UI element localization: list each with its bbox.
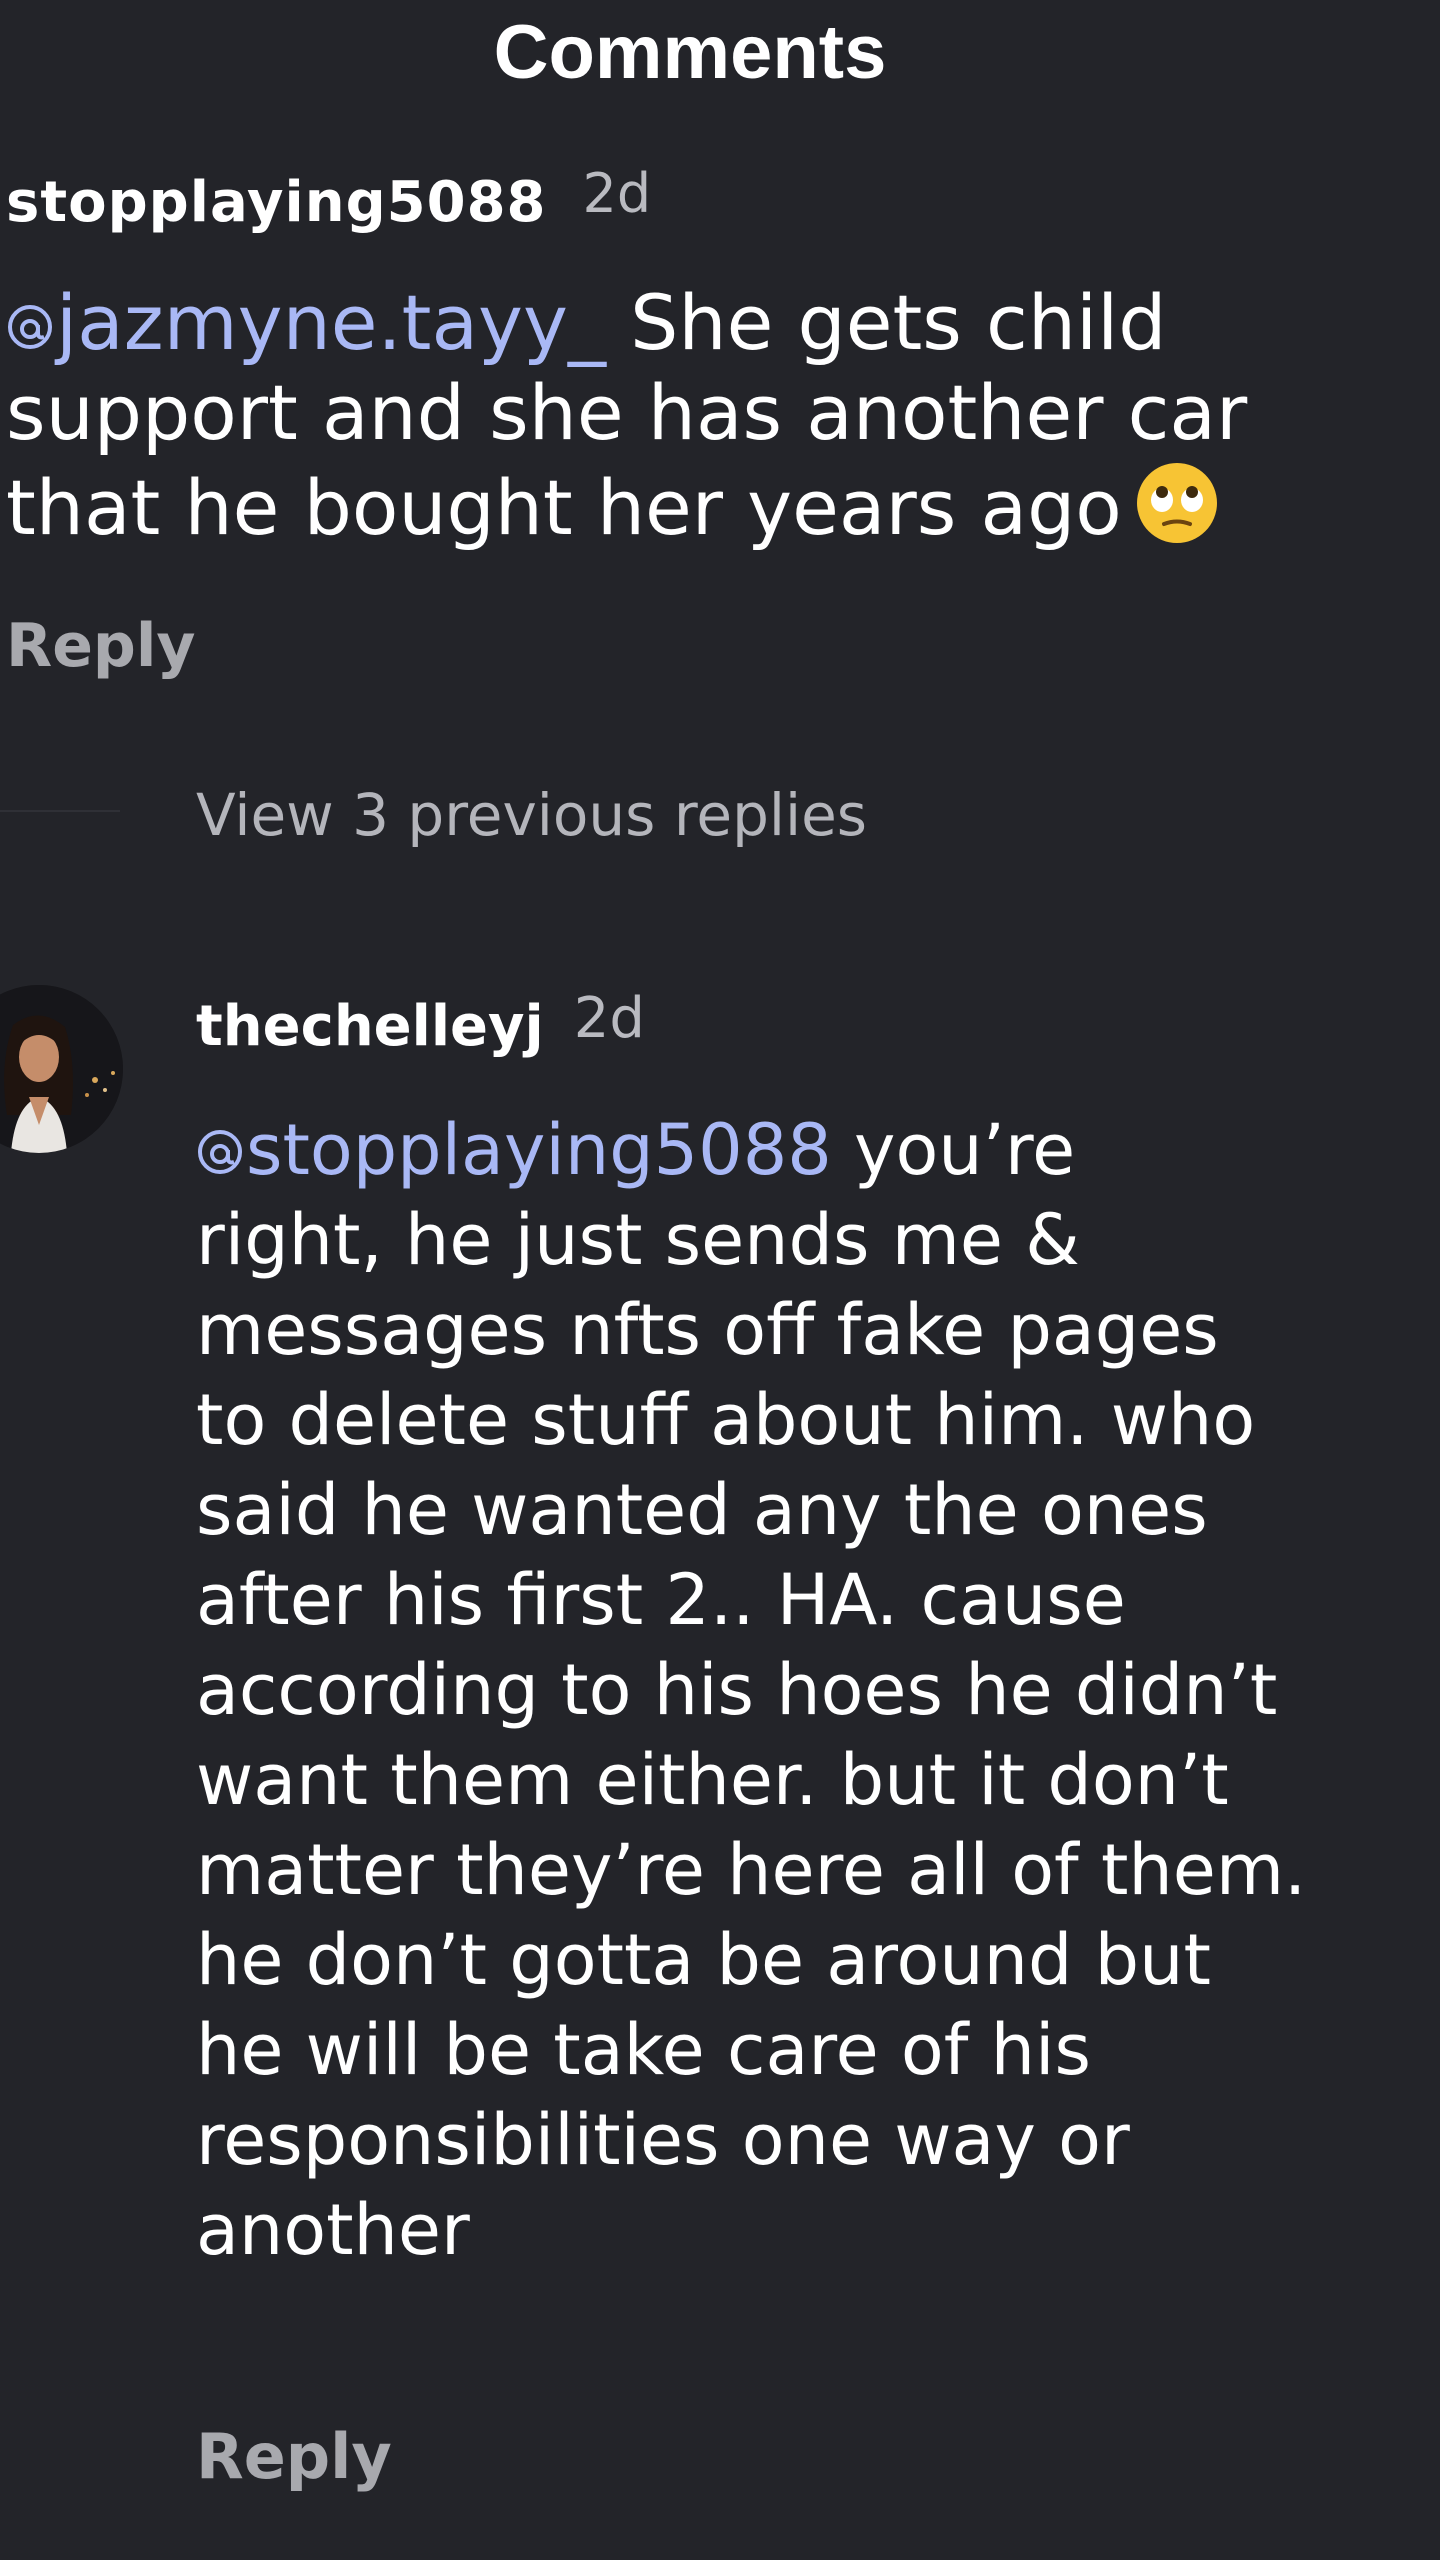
comment-line: responsibilities one way or <box>196 2099 1130 2181</box>
comment-line: matter they’re here all of them. <box>196 1829 1307 1911</box>
comment-line: he don’t gotta be around but <box>196 1919 1211 2001</box>
comment-line: messages nfts off fake pages <box>196 1289 1219 1371</box>
comment-timestamp: 2d <box>573 985 645 1051</box>
comment-username[interactable]: stopplaying5088 <box>6 170 547 235</box>
comment-timestamp: 2d <box>582 161 652 225</box>
avatar-image <box>0 985 123 1153</box>
comment-line: after his first 2.. HA. cause <box>196 1559 1126 1641</box>
eye-roll-emoji-icon <box>1136 463 1217 543</box>
mention-text: jazmyne.tayy_ <box>56 278 606 367</box>
comment-line: to delete stuff about him. who <box>196 1379 1256 1461</box>
view-previous-replies-button[interactable]: View 3 previous replies <box>196 770 867 860</box>
comment-text: you’re <box>854 1109 1076 1191</box>
comment-header: thechelleyj 2d <box>196 980 645 1072</box>
comment-username[interactable]: thechelleyj <box>196 994 544 1059</box>
at-sign-icon <box>198 1130 242 1174</box>
comment-line: said he wanted any the ones <box>196 1469 1208 1551</box>
comment-body: jazmyne.tayy_ She gets child support and… <box>6 278 1336 553</box>
comment-line: according to his hoes he didn’t <box>196 1649 1278 1731</box>
reply-button[interactable]: Reply <box>196 2412 392 2502</box>
comment-line: he will be take care of his <box>196 2009 1091 2091</box>
mention-link[interactable]: stopplaying5088 <box>196 1109 832 1191</box>
mention-text: stopplaying5088 <box>246 1109 832 1191</box>
page-title: Comments <box>493 10 887 95</box>
reply-button[interactable]: Reply <box>6 606 196 686</box>
comment-header: stopplaying5088 2d <box>6 156 651 248</box>
comment-line: stopplaying5088 you’re <box>196 1105 1426 1195</box>
comment-line: right, he just sends me & <box>196 1199 1080 1281</box>
avatar[interactable] <box>0 985 123 1153</box>
comment-line: want them either. but it don’t <box>196 1739 1229 1821</box>
comment-line: another <box>196 2189 470 2271</box>
divider <box>0 810 120 812</box>
mention-link[interactable]: jazmyne.tayy_ <box>6 278 606 367</box>
comment-body: stopplaying5088 you’re right, he just se… <box>196 1105 1426 2275</box>
at-sign-icon <box>8 305 52 349</box>
